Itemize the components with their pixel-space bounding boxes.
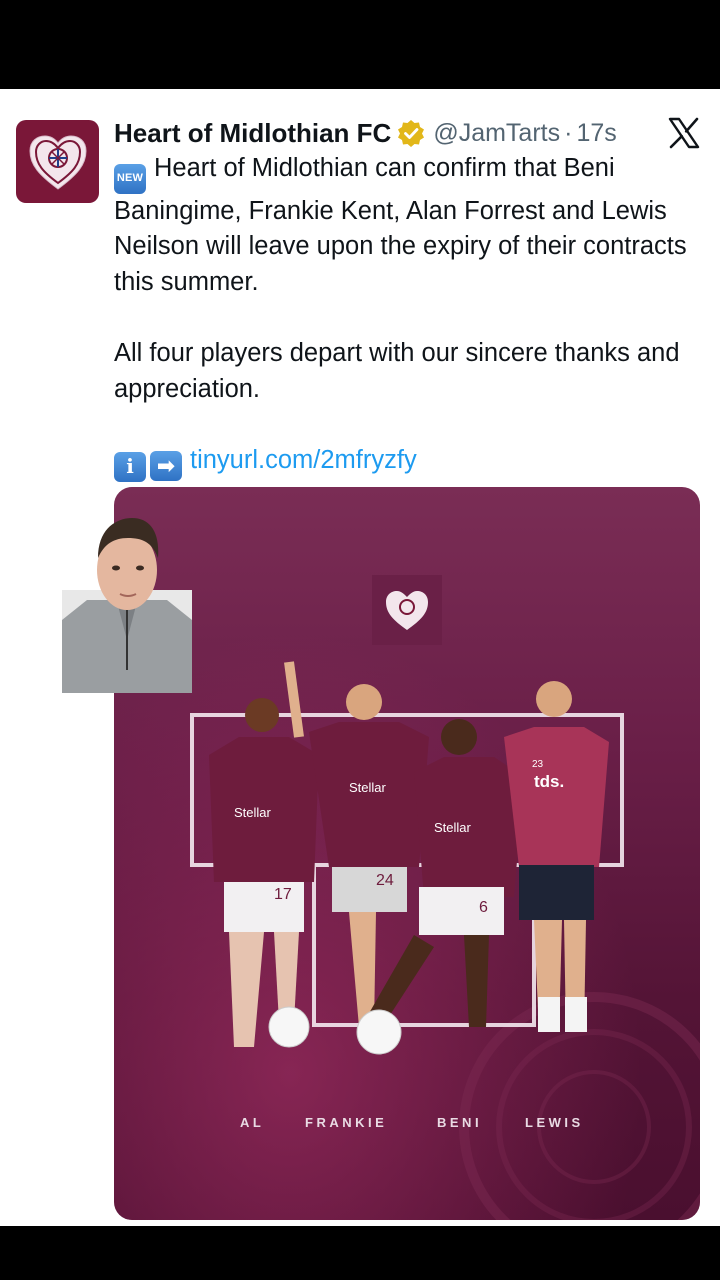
svg-text:23: 23 (532, 759, 544, 770)
handle[interactable]: @JamTarts (433, 119, 560, 148)
tweet-header: Heart of Midlothian FC @JamTarts · 17s (114, 115, 617, 151)
svg-text:17: 17 (274, 886, 292, 903)
svg-text:24: 24 (376, 872, 394, 889)
svg-text:Stellar: Stellar (349, 780, 387, 795)
info-emoji-icon: i (114, 451, 146, 482)
svg-text:tds.: tds. (534, 772, 564, 791)
paragraph-thanks: All four players depart with our sincere… (114, 339, 680, 403)
arrow-right-emoji-icon: ➡ (150, 450, 182, 481)
timestamp[interactable]: 17s (576, 119, 616, 148)
club-crest-icon[interactable] (16, 120, 99, 203)
x-logo-icon (668, 117, 700, 149)
svg-text:Stellar: Stellar (434, 820, 472, 835)
navigation-bar (0, 1226, 720, 1280)
svg-text:6: 6 (479, 899, 488, 916)
player-name-beni: BENI (437, 1115, 483, 1130)
tweet-text: NEW Heart of Midlothian can confirm that … (114, 151, 704, 482)
verified-badge-icon (397, 119, 425, 147)
svg-text:Stellar: Stellar (234, 805, 272, 820)
separator: · (564, 118, 573, 147)
player-name-frankie: FRANKIE (305, 1115, 388, 1130)
announcement-text: Heart of Midlothian can confirm that Ben… (114, 154, 687, 296)
paragraph-announcement: NEW Heart of Midlothian can confirm that … (114, 151, 704, 301)
tweet-media-image[interactable]: Stellar 17 Stellar 24 Stellar 6 tds. 23 … (114, 487, 700, 1220)
media-crest-icon (372, 575, 442, 645)
player-name-lewis: LEWIS (525, 1115, 584, 1130)
player-name-al: AL (240, 1115, 265, 1130)
player-names-row: AL FRANKIE BENI LEWIS (114, 1115, 700, 1135)
tweet-link[interactable]: tinyurl.com/2mfryzfy (190, 446, 417, 474)
paragraph-link: i ➡ tinyurl.com/2mfryzfy (114, 443, 704, 482)
display-name[interactable]: Heart of Midlothian FC (114, 118, 391, 149)
facecam-overlay (62, 510, 192, 693)
status-bar (0, 0, 720, 89)
new-emoji-icon: NEW (114, 163, 146, 194)
